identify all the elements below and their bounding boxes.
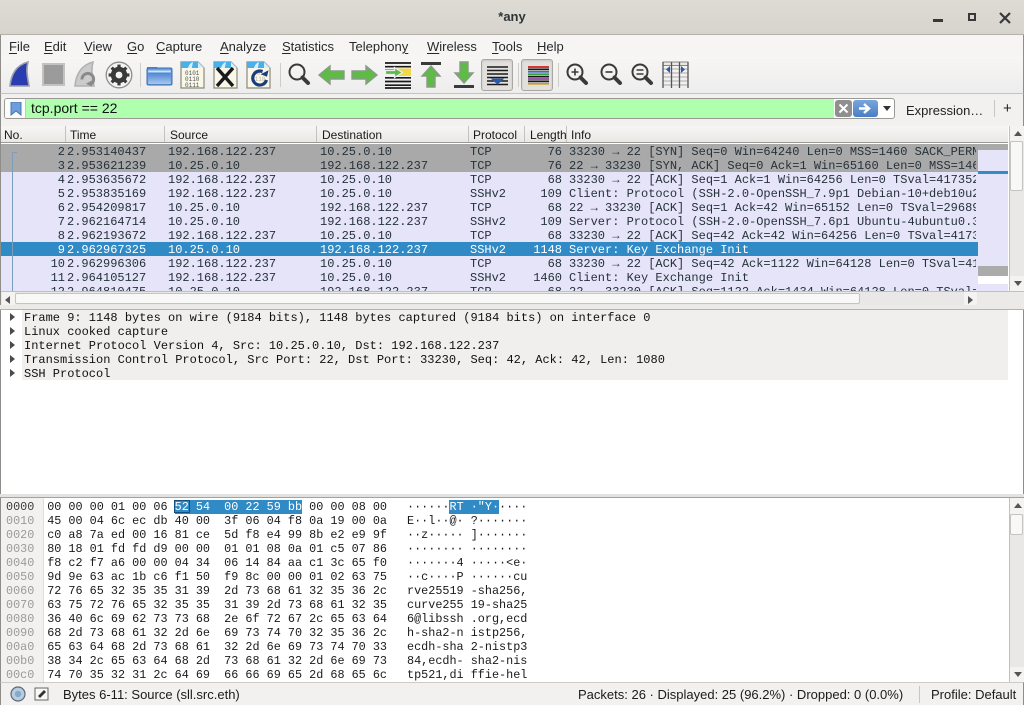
svg-text:0111: 0111	[185, 82, 200, 89]
